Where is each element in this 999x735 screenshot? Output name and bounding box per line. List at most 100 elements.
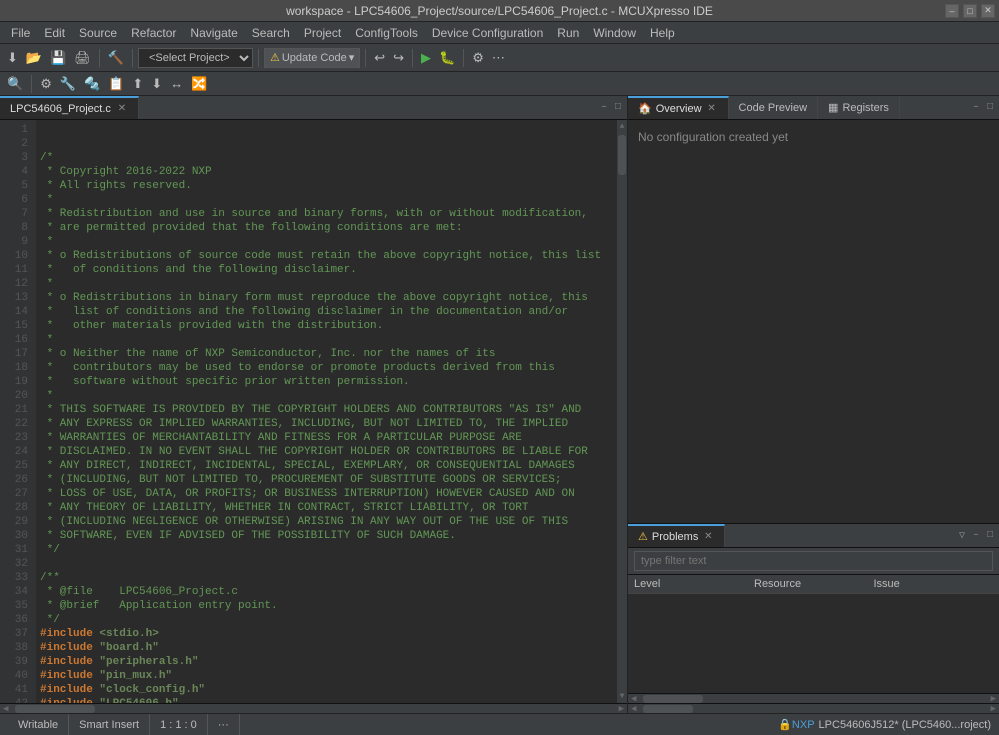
menu-window[interactable]: Window bbox=[586, 24, 643, 42]
right-panel-maximize-button[interactable]: □ bbox=[984, 101, 996, 114]
toolbar2-btn1[interactable]: ⚙ bbox=[37, 74, 55, 94]
problems-tab-label: Problems bbox=[652, 531, 698, 543]
right-scroll-thumb[interactable] bbox=[643, 705, 693, 713]
editor-scroll-left-arrow[interactable]: ◀ bbox=[0, 704, 11, 714]
problems-filter-input[interactable] bbox=[634, 551, 993, 571]
problems-tab-controls: ▽ – □ bbox=[956, 529, 999, 543]
toolbar-separator-4 bbox=[365, 49, 366, 67]
right-panel-minimize-button[interactable]: – bbox=[970, 101, 982, 114]
close-button[interactable]: ✕ bbox=[981, 4, 995, 18]
tab-registers-label: Registers bbox=[842, 102, 888, 114]
code-content[interactable]: /* * Copyright 2016-2022 NXP * All right… bbox=[36, 120, 617, 703]
problems-maximize-button[interactable]: □ bbox=[984, 529, 996, 542]
toolbar-save-button[interactable]: 💾 bbox=[47, 48, 69, 68]
toolbar2-btn2[interactable]: 🔧 bbox=[57, 74, 79, 94]
tab-problems[interactable]: ⚠ Problems ✕ bbox=[628, 524, 725, 547]
problems-scrollbar[interactable]: ◀ ▶ bbox=[628, 693, 999, 703]
problems-scroll-right-arrow[interactable]: ▶ bbox=[988, 694, 999, 704]
editor-tabs: LPC54606_Project.c ✕ – □ bbox=[0, 96, 627, 120]
menu-navigate[interactable]: Navigate bbox=[183, 24, 244, 42]
code-lines: /* * Copyright 2016-2022 NXP * All right… bbox=[40, 151, 613, 703]
toolbar2-btn3[interactable]: 🔩 bbox=[81, 74, 103, 94]
toolbar-more-button[interactable]: ⋯ bbox=[489, 48, 508, 68]
toolbar-build-button[interactable]: 🔨 bbox=[105, 48, 127, 68]
problems-scroll-left-arrow[interactable]: ◀ bbox=[628, 694, 639, 704]
tab-overview[interactable]: 🏠 Overview ✕ bbox=[628, 96, 729, 119]
toolbar2-btn5[interactable]: ⬆ bbox=[129, 74, 146, 94]
toolbar-separator-5 bbox=[412, 49, 413, 67]
update-code-button[interactable]: ⚠ Update Code ▾ bbox=[264, 48, 360, 68]
col-level: Level bbox=[634, 578, 754, 590]
project-select[interactable]: <Select Project> bbox=[138, 48, 253, 68]
overview-content: No configuration created yet bbox=[628, 120, 999, 523]
writable-label: Writable bbox=[18, 719, 58, 731]
toolbar-debug-button[interactable]: 🐛 bbox=[436, 48, 458, 68]
status-position: 1 : 1 : 0 bbox=[150, 714, 208, 735]
toolbar2-btn7[interactable]: ↔ bbox=[167, 74, 186, 93]
col-issue: Issue bbox=[874, 578, 994, 590]
editor-tab-main[interactable]: LPC54606_Project.c ✕ bbox=[0, 96, 139, 119]
menu-edit[interactable]: Edit bbox=[37, 24, 72, 42]
toolbar2-btn8[interactable]: 🔀 bbox=[188, 74, 210, 94]
line-numbers-content: 1234567891011121314151617181920212223242… bbox=[4, 123, 28, 703]
menu-source[interactable]: Source bbox=[72, 24, 124, 42]
editor-maximize-button[interactable]: □ bbox=[612, 101, 624, 114]
dropdown-arrow-icon: ▾ bbox=[349, 51, 355, 64]
right-panel-scrollbar-h[interactable]: ◀ ▶ bbox=[628, 703, 999, 713]
editor-minimize-button[interactable]: – bbox=[598, 101, 610, 114]
toolbar-print-button[interactable]: 🖨 bbox=[71, 48, 94, 68]
title-bar: workspace - LPC54606_Project/source/LPC5… bbox=[0, 0, 999, 22]
line-numbers: 1234567891011121314151617181920212223242… bbox=[0, 120, 36, 703]
problems-scrollbar-thumb[interactable] bbox=[643, 695, 703, 703]
menu-file[interactable]: File bbox=[4, 24, 37, 42]
toolbar: ⬇ 📂 💾 🖨 🔨 <Select Project> ⚠ Update Code… bbox=[0, 44, 999, 72]
tab-close-button[interactable]: ✕ bbox=[116, 103, 128, 115]
right-scroll-left-arrow[interactable]: ◀ bbox=[628, 704, 639, 714]
right-panel: 🏠 Overview ✕ Code Preview ▦ Registers – … bbox=[628, 96, 999, 713]
tab-overview-label: Overview bbox=[656, 103, 702, 115]
maximize-button[interactable]: □ bbox=[963, 4, 977, 18]
scrollbar-up-arrow[interactable]: ▲ bbox=[618, 120, 627, 133]
toolbar-separator-1 bbox=[99, 49, 100, 67]
toolbar-separator-2 bbox=[132, 49, 133, 67]
toolbar2-btn4[interactable]: 📋 bbox=[105, 74, 127, 94]
scrollbar-down-arrow[interactable]: ▼ bbox=[618, 690, 627, 703]
toolbar-redo-button[interactable]: ↪ bbox=[390, 48, 407, 68]
toolbar-open-button[interactable]: 📂 bbox=[23, 48, 45, 68]
menu-project[interactable]: Project bbox=[297, 24, 348, 42]
menu-run[interactable]: Run bbox=[550, 24, 586, 42]
editor-scrollbar-h[interactable]: ◀ ▶ bbox=[0, 703, 627, 713]
tab-overview-close[interactable]: ✕ bbox=[706, 103, 718, 115]
tab-code-preview-label: Code Preview bbox=[739, 102, 807, 114]
editor-scroll-thumb[interactable] bbox=[15, 705, 95, 713]
status-insert: Smart Insert bbox=[69, 714, 150, 735]
registers-icon: ▦ bbox=[828, 101, 838, 114]
toolbar2-btn6[interactable]: ⬇ bbox=[148, 74, 165, 94]
problems-panel: ⚠ Problems ✕ ▽ – □ Level Resource Issue bbox=[628, 523, 999, 703]
menu-refactor[interactable]: Refactor bbox=[124, 24, 183, 42]
menu-search[interactable]: Search bbox=[245, 24, 297, 42]
editor-scrollbar-v[interactable]: ▲ ▼ bbox=[617, 120, 627, 703]
tab-code-preview[interactable]: Code Preview bbox=[729, 96, 818, 119]
toolbar-undo-button[interactable]: ↩ bbox=[371, 48, 388, 68]
minimize-button[interactable]: – bbox=[945, 4, 959, 18]
problems-tab-close[interactable]: ✕ bbox=[702, 531, 714, 543]
tab-registers[interactable]: ▦ Registers bbox=[818, 96, 900, 119]
menu-device-configuration[interactable]: Device Configuration bbox=[425, 24, 550, 42]
scrollbar-thumb[interactable] bbox=[618, 135, 626, 175]
right-scroll-right-arrow[interactable]: ▶ bbox=[988, 704, 999, 714]
window-title: workspace - LPC54606_Project/source/LPC5… bbox=[286, 4, 713, 18]
menu-help[interactable]: Help bbox=[643, 24, 682, 42]
editor-scroll-right-arrow[interactable]: ▶ bbox=[616, 704, 627, 714]
menu-configtools[interactable]: ConfigTools bbox=[348, 24, 425, 42]
toolbar2-search-button[interactable]: 🔍 bbox=[4, 74, 26, 94]
toolbar-extra-button[interactable]: ⚙ bbox=[469, 48, 487, 68]
problems-minimize-button[interactable]: – bbox=[970, 529, 982, 542]
problems-filter-icon[interactable]: ▽ bbox=[956, 529, 968, 543]
problems-warning-icon: ⚠ bbox=[638, 530, 648, 543]
update-code-label: Update Code bbox=[282, 52, 347, 64]
toolbar-run-button[interactable]: ▶ bbox=[418, 48, 434, 68]
toolbar-separator-3 bbox=[258, 49, 259, 67]
toolbar-new-button[interactable]: ⬇ bbox=[4, 48, 21, 68]
project-status-label: LPC54606J512* (LPC5460...roject) bbox=[819, 719, 991, 731]
